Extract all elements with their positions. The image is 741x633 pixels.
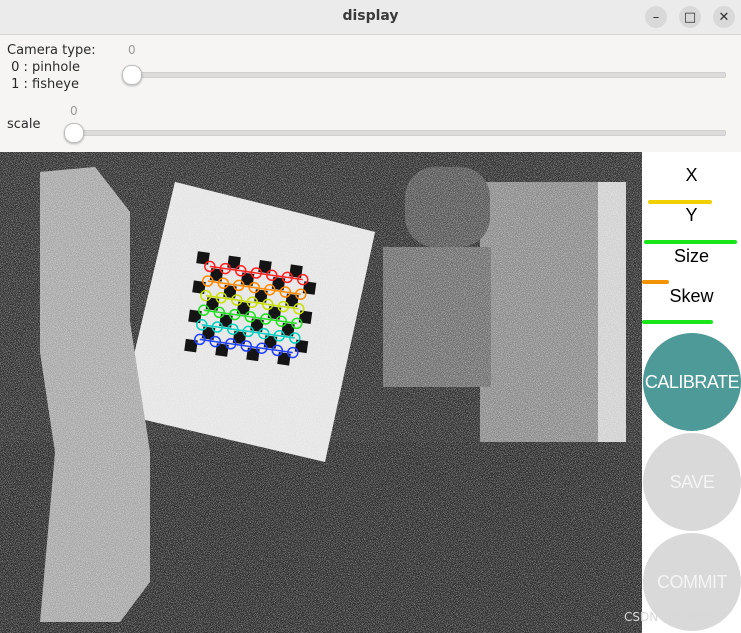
window-title: display xyxy=(342,8,399,24)
calibration-panel: X Y Size Skew CALIBRATE SAVE COMMIT xyxy=(642,152,741,633)
scale-slider-handle[interactable] xyxy=(64,123,84,143)
minimize-button[interactable]: – xyxy=(645,6,667,28)
chessboard-square xyxy=(298,310,313,324)
watermark-text: CSDN @韭菜钟 xyxy=(624,610,711,624)
calibrate-button[interactable]: CALIBRATE xyxy=(643,333,741,431)
maximize-icon: □ xyxy=(683,9,697,25)
commit-label: COMMIT xyxy=(657,571,727,592)
camera-type-value: 0 xyxy=(128,43,136,57)
camera-type-label: Camera type: 0 : pinhole 1 : fisheye xyxy=(7,43,96,92)
display-window: display – □ ✕ Camera type: 0 : pinhole 1… xyxy=(0,0,741,633)
camera-image-canvas xyxy=(0,152,642,633)
minimize-icon: – xyxy=(652,9,660,25)
camera-image xyxy=(0,152,642,633)
save-button[interactable]: SAVE xyxy=(643,433,741,531)
metric-skew-label: Skew xyxy=(669,286,714,306)
metric-size-progress xyxy=(642,280,669,284)
metric-skew-progress xyxy=(642,320,713,324)
maximize-button[interactable]: □ xyxy=(679,6,701,28)
close-button[interactable]: ✕ xyxy=(713,6,735,28)
camera-type-slider-handle[interactable] xyxy=(122,65,142,85)
metric-x-progress xyxy=(648,200,712,204)
scale-label: scale xyxy=(7,117,41,132)
metric-size-label: Size xyxy=(673,246,709,266)
chessboard-square xyxy=(227,255,241,270)
close-icon: ✕ xyxy=(718,9,730,25)
metric-y-label: Y xyxy=(685,205,698,225)
trackbar-panel: Camera type: 0 : pinhole 1 : fisheye 0 s… xyxy=(0,35,741,152)
save-label: SAVE xyxy=(669,471,715,492)
metric-x-label: X xyxy=(685,165,698,185)
calibrate-label: CALIBRATE xyxy=(644,371,740,392)
chessboard-square xyxy=(258,260,272,274)
scale-value: 0 xyxy=(70,104,78,118)
camera-type-slider-track[interactable] xyxy=(130,72,726,78)
chessboard-square xyxy=(196,251,210,265)
title-bar[interactable]: display – □ ✕ xyxy=(0,0,741,35)
chessboard-square xyxy=(294,339,309,354)
chessboard-square xyxy=(289,264,303,278)
scale-slider-track[interactable] xyxy=(72,130,726,136)
speckle-overlay xyxy=(0,152,642,633)
chessboard-square xyxy=(302,281,317,295)
metric-y-progress xyxy=(644,240,737,244)
